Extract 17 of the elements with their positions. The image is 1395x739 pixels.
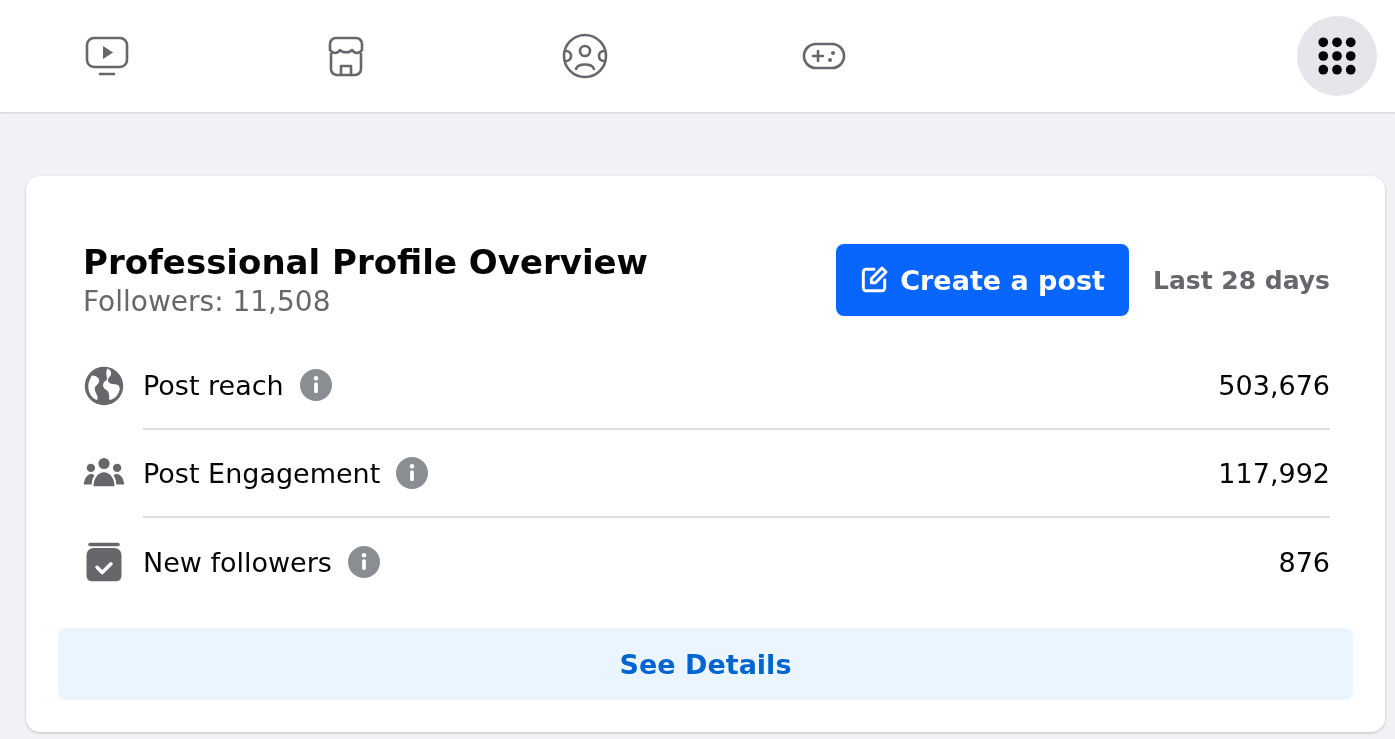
metric-value: 876 [1278,546,1330,578]
metric-label: Post Engagement [143,457,381,489]
info-icon[interactable] [347,546,380,578]
metric-value: 503,676 [1218,369,1330,401]
metric-label: Post reach [143,369,284,401]
create-post-button[interactable]: Create a post [836,244,1129,316]
grid-icon [1318,37,1356,75]
see-details-button[interactable]: See Details [58,628,1353,700]
globe-icon [83,365,125,407]
info-icon[interactable] [396,457,429,489]
people-circle-icon[interactable] [561,32,609,80]
info-icon[interactable] [299,369,332,401]
metric-value: 117,992 [1218,457,1330,489]
period-filter[interactable]: Last 28 days [1153,265,1330,295]
followers-count: Followers: 11,508 [83,284,332,320]
card-title: Professional Profile Overview [83,241,649,284]
metric-label: New followers [143,546,332,578]
